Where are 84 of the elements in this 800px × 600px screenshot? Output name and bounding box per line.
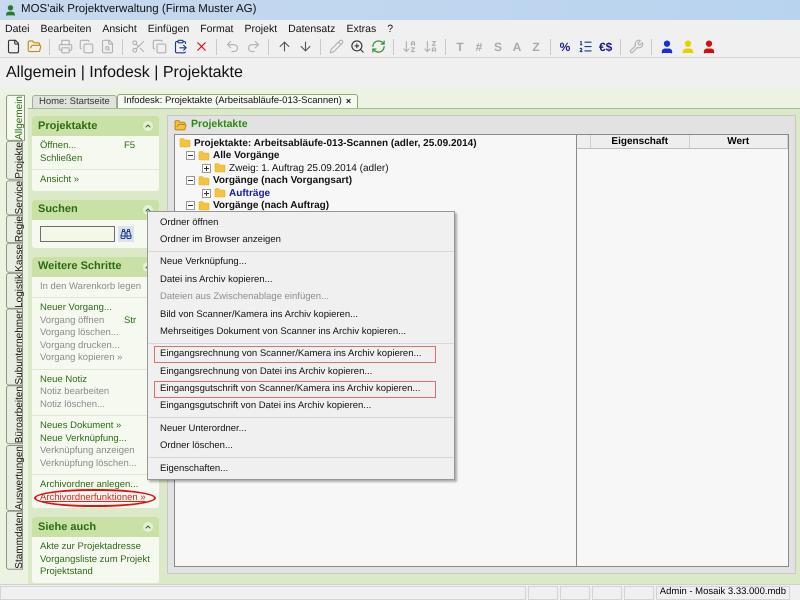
panel-title: Weitere Schritte <box>38 259 122 274</box>
folder-icon <box>198 150 210 162</box>
breadcrumb: Allgemein | Infodesk | Projektakte <box>5 63 244 83</box>
menu-item[interactable]: Datei <box>5 22 30 38</box>
menu-item[interactable]: Bild von Scanner/Kamera ins Archiv kopieren... <box>154 306 436 324</box>
side-tab[interactable]: Kasse <box>6 243 23 273</box>
side-tab[interactable]: Subunternehmer <box>6 308 23 386</box>
side-tab[interactable]: Regie <box>6 214 23 244</box>
menu-item[interactable]: Eingangsgutschrift von Scanner/Kamera ins Archiv kopieren... <box>154 380 436 398</box>
task-link[interactable]: Vorgangsliste zum Projekt <box>40 552 150 567</box>
menu-item[interactable]: Bearbeiten <box>40 22 92 38</box>
menu-item[interactable]: Ordner löschen... <box>154 438 436 456</box>
menu-item[interactable]: Datensatz <box>288 22 336 38</box>
folder-icon <box>174 118 187 132</box>
document-tab[interactable]: Home: Startseite <box>32 95 117 108</box>
menu-item[interactable]: Mehrseitiges Dokument von Scanner ins Archiv kopieren... <box>154 323 436 341</box>
expand-icon[interactable] <box>202 164 211 173</box>
task-link[interactable]: Neues Dokument » <box>40 419 122 434</box>
menu-item[interactable]: Projekt <box>244 22 278 38</box>
app-icon <box>4 4 17 16</box>
tree-item[interactable]: Zweig: 1. Auftrag 25.09.2014 (adler) <box>229 160 389 176</box>
search-field[interactable] <box>40 226 115 242</box>
panel-title: Suchen <box>38 202 78 218</box>
task-link[interactable]: Öffnen... <box>40 139 124 154</box>
side-tab[interactable]: Logistik <box>6 272 23 309</box>
collapse-icon[interactable] <box>186 151 195 160</box>
folder-icon <box>214 162 226 174</box>
window-title: MOS'aik Projektverwaltung (Firma Muster AG) <box>21 2 256 18</box>
panel-title: Siehe auch <box>38 520 96 535</box>
status-text: Admin - Mosaik 3.33.000.mdb <box>656 586 790 600</box>
side-tab[interactable]: Projekte <box>6 140 23 180</box>
shortcut-label: Str <box>124 314 136 328</box>
panel-title: Projektakte <box>38 118 98 134</box>
task-link[interactable]: Neue Notiz <box>40 372 87 387</box>
menu-item[interactable]: Eingangsrechnung von Datei ins Archiv kopieren... <box>154 363 436 381</box>
menu-item[interactable]: Eingangsgutschrift von Datei ins Archiv kopieren... <box>154 398 436 416</box>
tree-item[interactable]: Vorgänge (nach Auftrag) <box>213 198 330 214</box>
search-button[interactable] <box>118 226 134 242</box>
collapse-icon[interactable] <box>186 201 195 210</box>
tree-item[interactable]: Projektakte: Arbeitsabläufe-013-Scannen (adler, 25.09.2014) <box>194 136 477 151</box>
task-link[interactable]: Neuer Vorgang... <box>40 301 112 316</box>
folder-icon <box>198 174 210 187</box>
tree-item[interactable]: Alle Vorgänge <box>213 148 280 164</box>
tree-item[interactable]: Vorgänge (nach Vorgangsart) <box>213 173 352 188</box>
task-link[interactable]: Archivordner anlegen... <box>40 478 138 492</box>
toolbar-button[interactable]: €$ <box>597 38 614 56</box>
close-icon[interactable]: × <box>346 94 352 108</box>
menu-item[interactable]: Ansicht <box>102 22 137 38</box>
column-header[interactable]: Eigenschaft <box>591 135 690 148</box>
expand-icon[interactable] <box>202 188 211 198</box>
document-tab[interactable]: Infodesk: Projektakte (Arbeitsabläufe-013-Scannen) × <box>116 94 358 108</box>
collapse-icon[interactable] <box>186 176 195 186</box>
collapse-icon[interactable] <box>143 121 153 131</box>
task-link[interactable]: Archivordnerfunktionen » <box>40 490 146 505</box>
panel-header[interactable]: Siehe auch <box>32 517 159 537</box>
panel-header[interactable]: Projektakte <box>32 116 159 136</box>
side-tab[interactable]: Service <box>6 180 23 215</box>
menu-item[interactable]: Eigenschaften... <box>154 460 436 478</box>
collapse-icon[interactable] <box>143 522 153 532</box>
menu-item[interactable]: Ordner im Browser anzeigen <box>154 231 436 249</box>
menu-item[interactable]: ? <box>387 22 394 38</box>
panel-title: Projektakte <box>191 117 248 132</box>
panel-header[interactable]: Suchen <box>32 200 159 220</box>
task-link[interactable]: Ansicht » <box>40 173 80 188</box>
task-link[interactable]: Projektstand <box>40 565 93 580</box>
task-link[interactable]: Schließen <box>40 152 82 166</box>
menu-item[interactable]: Extras <box>346 22 376 38</box>
task-link[interactable]: Neue Verknüpfung... <box>40 432 127 446</box>
tree-item[interactable]: Aufträge <box>229 186 270 201</box>
menu-item[interactable]: Neuer Unterordner... <box>154 420 436 438</box>
shortcut-label: F5 <box>124 139 136 154</box>
toolbar-button[interactable]: % <box>557 38 573 56</box>
side-tab[interactable]: Auswertungen <box>6 444 23 511</box>
side-tab[interactable]: Allgemein <box>6 95 25 141</box>
task-link[interactable]: Akte zur Projektadresse <box>40 540 141 554</box>
folder-icon <box>179 137 191 150</box>
side-tab[interactable]: Büroarbeiten <box>6 385 23 445</box>
column-header[interactable]: Wert <box>690 135 788 148</box>
folder-icon <box>198 200 210 212</box>
side-tab[interactable]: Stammdaten <box>6 510 23 570</box>
menu-item[interactable]: Eingangsrechnung von Scanner/Kamera ins Archiv kopieren... <box>154 346 436 364</box>
folder-icon <box>214 187 226 200</box>
menu-item[interactable]: Einfügen <box>148 22 190 38</box>
menu-item[interactable]: Format <box>200 22 234 38</box>
